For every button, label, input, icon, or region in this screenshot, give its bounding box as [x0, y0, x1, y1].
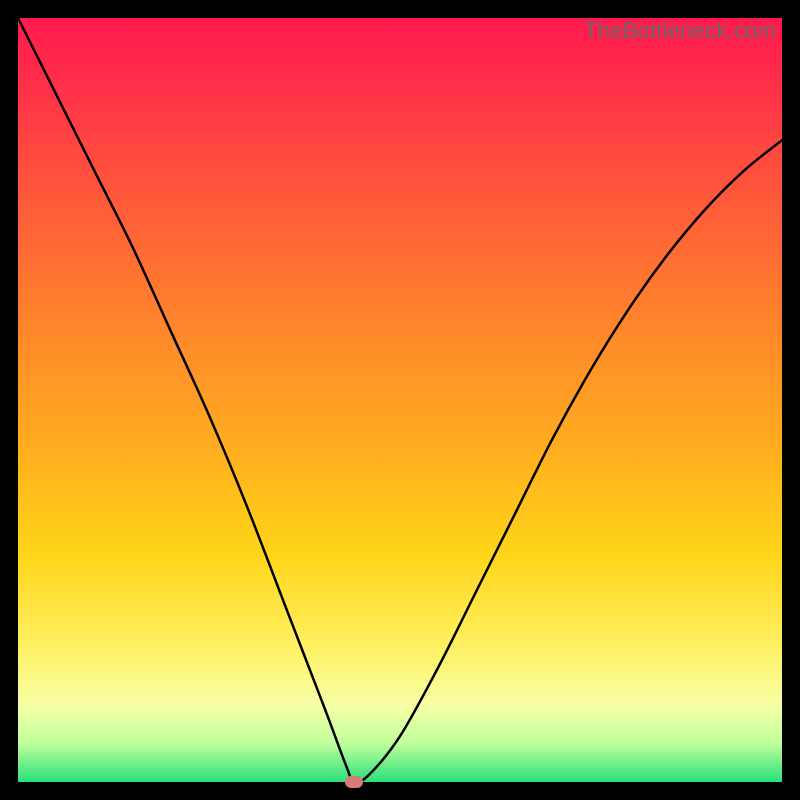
optimum-marker: [345, 776, 363, 788]
chart-plot-area: TheBottleneck.com: [18, 18, 782, 782]
bottleneck-curve: [18, 18, 782, 782]
chart-frame: TheBottleneck.com: [0, 0, 800, 800]
